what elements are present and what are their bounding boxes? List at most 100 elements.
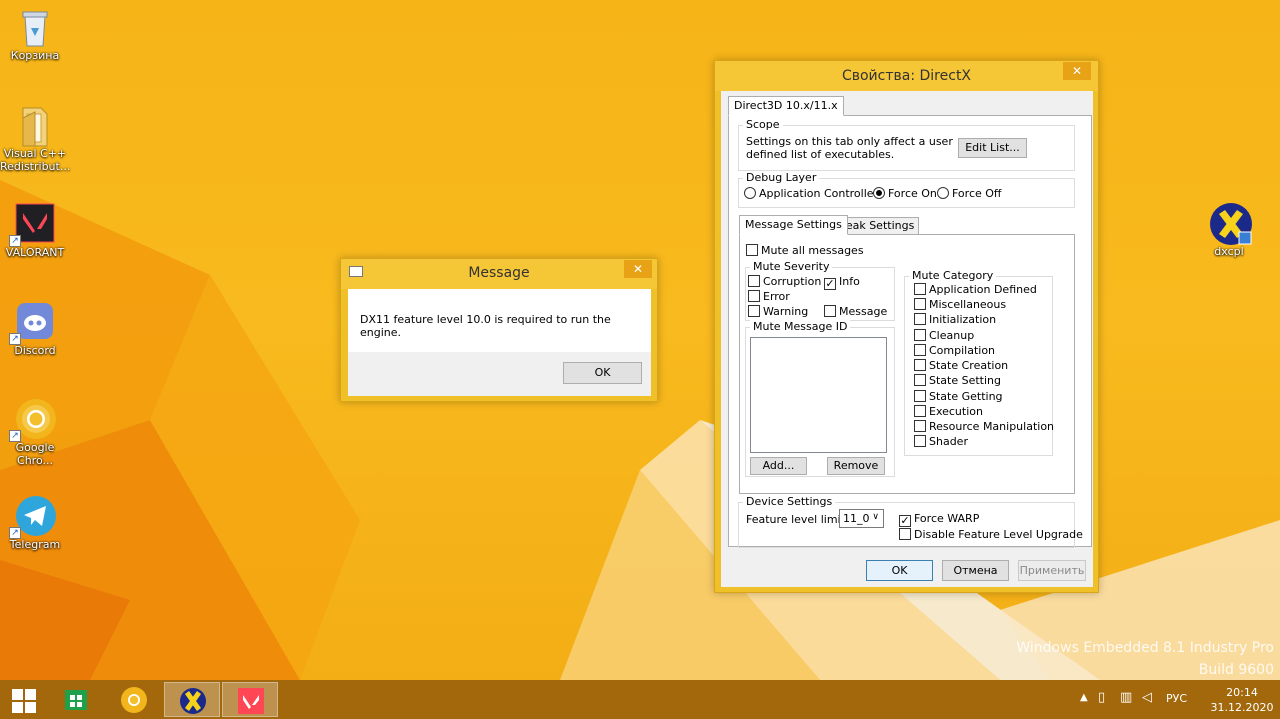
radio-label: Force On	[888, 187, 937, 200]
category-shader-checkbox[interactable]: Shader	[914, 435, 968, 449]
directx-properties-window: Свойства: DirectX ✕ Direct3D 10.x/11.x S…	[714, 60, 1099, 593]
network-icon[interactable]: ▥	[1120, 690, 1132, 705]
category-miscellaneous-checkbox[interactable]: Miscellaneous	[914, 298, 1006, 312]
tab-direct3d[interactable]: Direct3D 10.x/11.x	[728, 96, 844, 116]
severity-info-checkbox[interactable]: ✓ Info	[824, 275, 860, 290]
message-title: Message	[468, 265, 530, 281]
close-icon: ✕	[1071, 64, 1083, 78]
desktop-icon-dxcpl[interactable]: dxcpl	[1194, 202, 1264, 258]
checkbox-label: Miscellaneous	[929, 298, 1007, 311]
severity-message-checkbox[interactable]: Message	[824, 305, 887, 319]
category-state-getting-checkbox[interactable]: State Getting	[914, 390, 1003, 404]
message-titlebar[interactable]: Message ✕	[341, 259, 657, 289]
power-icon[interactable]: ▯	[1098, 690, 1105, 705]
checkbox-label: Cleanup	[929, 329, 975, 342]
taskbar-chrome[interactable]	[106, 682, 162, 717]
category-application-defined-checkbox[interactable]: Application Defined	[914, 283, 1037, 297]
checkbox-label: Application Defined	[929, 283, 1037, 296]
clock-time: 20:14	[1226, 686, 1258, 699]
clock[interactable]: 20:14 31.12.2020	[1206, 685, 1278, 715]
checkbox-icon	[748, 305, 760, 317]
radio-force-off[interactable]: Force Off	[937, 187, 1002, 201]
valorant-icon: ↗	[9, 203, 55, 247]
close-button[interactable]: ✕	[624, 260, 652, 278]
cancel-button[interactable]: Отмена	[942, 560, 1009, 581]
edit-list-button[interactable]: Edit List...	[958, 138, 1027, 158]
desktop-icon-label: Корзина	[10, 49, 60, 62]
desktop-icon-google-chrome[interactable]: ↗ Google Chro...	[0, 398, 70, 467]
checkmark-icon: ✓	[824, 277, 836, 290]
device-settings-group: Device Settings Feature level limit: 11_…	[738, 495, 1083, 548]
severity-warning-checkbox[interactable]: Warning	[748, 305, 808, 319]
desktop-icon-label: Visual C++ Redistribut...	[0, 147, 71, 173]
force-warp-checkbox[interactable]: ✓ Force WARP	[899, 512, 979, 527]
mute-message-id-group: Mute Message ID Add... Remove	[745, 320, 895, 477]
taskbar: ▲ ▯ ▥ ◁ РУС 20:14 31.12.2020	[0, 680, 1280, 719]
checkbox-icon	[748, 275, 760, 287]
radio-force-on[interactable]: Force On	[873, 187, 937, 201]
desktop-icon-discord[interactable]: ↗ Discord	[0, 301, 70, 357]
taskbar-dxcpl[interactable]	[164, 682, 220, 717]
tab-message-settings[interactable]: Message Settings	[739, 215, 848, 235]
checkbox-label: Compilation	[929, 344, 996, 357]
system-tray: ▲ ▯ ▥ ◁ РУС 20:14 31.12.2020	[1070, 680, 1280, 719]
desktop: Корзина Visual C++ Redistribut... ↗ VALO…	[0, 0, 1280, 680]
ok-button[interactable]: OK	[563, 362, 642, 384]
desktop-icon-valorant[interactable]: ↗ VALORANT	[0, 203, 70, 259]
directx-icon	[180, 688, 206, 714]
checkbox-label: State Creation	[929, 359, 1009, 372]
shortcut-arrow-icon: ↗	[9, 235, 21, 247]
checkbox-label: Message	[839, 305, 888, 318]
checkbox-icon	[824, 305, 836, 317]
message-id-list[interactable]	[750, 337, 887, 453]
category-initialization-checkbox[interactable]: Initialization	[914, 313, 996, 327]
desktop-icon-visual-cpp[interactable]: Visual C++ Redistribut...	[0, 104, 70, 173]
desktop-icon-telegram[interactable]: ↗ Telegram	[0, 495, 70, 551]
volume-icon[interactable]: ◁	[1142, 690, 1152, 705]
dx-titlebar[interactable]: Свойства: DirectX ✕	[715, 61, 1098, 91]
ok-button[interactable]: OK	[866, 560, 933, 581]
feature-level-value: 11_0	[843, 512, 870, 525]
mute-severity-label: Mute Severity	[750, 260, 833, 273]
severity-error-checkbox[interactable]: Error	[748, 290, 790, 304]
start-button[interactable]	[0, 682, 48, 717]
checkbox-label: Initialization	[929, 313, 997, 326]
taskbar-store[interactable]	[48, 682, 104, 717]
checkbox-label: Resource Manipulation	[929, 420, 1055, 433]
language-indicator[interactable]: РУС	[1166, 692, 1187, 705]
checkbox-label: Mute all messages	[761, 244, 864, 257]
message-footer: OK	[348, 352, 651, 396]
mute-all-checkbox[interactable]: Mute all messages	[746, 244, 864, 258]
add-button[interactable]: Add...	[750, 457, 807, 475]
windows-logo-icon	[12, 689, 36, 713]
severity-corruption-checkbox[interactable]: Corruption	[748, 275, 821, 289]
radio-label: Force Off	[952, 187, 1002, 200]
debug-layer-group: Debug Layer Application Controlled Force…	[738, 171, 1075, 208]
desktop-icon-label: Discord	[14, 344, 56, 357]
feature-level-select[interactable]: 11_0 ∨	[839, 509, 884, 528]
category-compilation-checkbox[interactable]: Compilation	[914, 344, 995, 358]
checkbox-label: Disable Feature Level Upgrade	[914, 528, 1083, 541]
category-state-creation-checkbox[interactable]: State Creation	[914, 359, 1008, 373]
show-hidden-icons-chevron-icon[interactable]: ▲	[1080, 692, 1088, 703]
category-cleanup-checkbox[interactable]: Cleanup	[914, 329, 974, 343]
remove-button[interactable]: Remove	[827, 457, 885, 475]
shortcut-arrow-icon: ↗	[9, 333, 21, 345]
checkbox-icon	[899, 528, 911, 540]
checkbox-icon	[914, 283, 926, 295]
close-button[interactable]: ✕	[1063, 62, 1091, 80]
dx-body: Direct3D 10.x/11.x Scope Settings on thi…	[721, 91, 1093, 587]
taskbar-valorant[interactable]	[222, 682, 278, 717]
close-icon: ✕	[632, 262, 644, 276]
radio-label: Application Controlled	[759, 187, 881, 200]
apply-button[interactable]: Применить	[1018, 560, 1086, 581]
category-execution-checkbox[interactable]: Execution	[914, 405, 983, 419]
checkbox-label: Info	[839, 275, 860, 288]
desktop-icon-recycle-bin[interactable]: Корзина	[0, 6, 70, 62]
radio-application-controlled[interactable]: Application Controlled	[744, 187, 881, 201]
category-resource-manipulation-checkbox[interactable]: Resource Manipulation	[914, 420, 1054, 434]
category-state-setting-checkbox[interactable]: State Setting	[914, 374, 1001, 388]
message-content: DX11 feature level 10.0 is required to r…	[348, 289, 651, 352]
disable-feature-level-upgrade-checkbox[interactable]: Disable Feature Level Upgrade	[899, 528, 1083, 542]
clock-date: 31.12.2020	[1210, 701, 1274, 714]
